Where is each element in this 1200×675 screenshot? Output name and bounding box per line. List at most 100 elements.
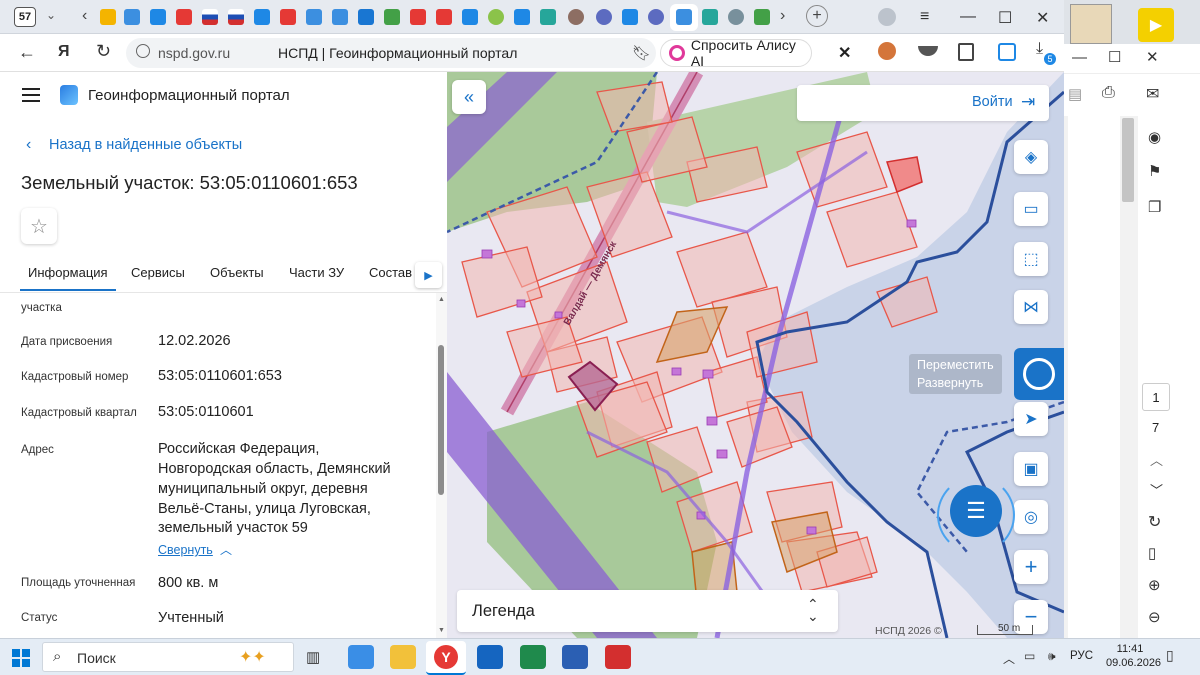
login-icon[interactable]: ⇥: [1021, 92, 1035, 112]
collapse-link[interactable]: Свернуть: [158, 543, 213, 557]
chat-button[interactable]: ☰: [950, 485, 1002, 537]
extension-icon[interactable]: [878, 42, 896, 60]
maximize-button[interactable]: ☐: [1108, 48, 1121, 66]
tab-favicon[interactable]: [332, 9, 348, 25]
tab-favicon[interactable]: [280, 9, 296, 25]
menu-icon[interactable]: ≡: [920, 8, 929, 26]
tab-favicon[interactable]: [514, 9, 530, 25]
site-info-icon[interactable]: [136, 44, 150, 58]
pdf-reader-icon[interactable]: [605, 645, 631, 669]
scroll-down-icon[interactable]: ▼: [438, 627, 445, 634]
tab-favicon[interactable]: [150, 9, 166, 25]
tab-favicon[interactable]: [728, 9, 744, 25]
rotate-icon[interactable]: ↻: [1148, 512, 1161, 532]
flag-icon[interactable]: [202, 9, 218, 25]
minimap-icon[interactable]: ▣: [1014, 452, 1048, 486]
yandex-browser-taskbar[interactable]: Y: [426, 641, 466, 675]
chevron-left-icon[interactable]: ‹: [26, 136, 31, 154]
language-indicator[interactable]: РУС: [1070, 650, 1093, 662]
tab-favicon[interactable]: [384, 9, 400, 25]
chevron-up-icon[interactable]: ︿: [1150, 450, 1163, 469]
network-icon[interactable]: ▭: [1024, 649, 1035, 663]
tab-favicon[interactable]: [306, 9, 322, 25]
tab-favicon[interactable]: [540, 9, 556, 25]
download-icon[interactable]: ⤓: [1036, 40, 1043, 58]
extension-icon[interactable]: ✕: [838, 43, 851, 63]
close-button[interactable]: ✕: [1146, 48, 1159, 66]
excel-icon[interactable]: [520, 645, 546, 669]
map-view[interactable]: Валдай — Демянск « Войти ⇥ ◈ ▭ ⬚ ⋈ Перем…: [447, 72, 1064, 638]
tab-count-badge[interactable]: 57: [14, 7, 36, 27]
alice-button[interactable]: Спросить Алису AI: [660, 37, 812, 69]
ruler-icon[interactable]: ▭: [1014, 192, 1048, 226]
tab-favicon[interactable]: [596, 9, 612, 25]
tab-favicon[interactable]: [358, 9, 374, 25]
select-area-icon[interactable]: ⬚: [1014, 242, 1048, 276]
login-label[interactable]: Войти: [972, 94, 1013, 110]
folder-icon[interactable]: [390, 645, 416, 669]
tab-favicon[interactable]: [702, 9, 718, 25]
tab-composition[interactable]: Состав: [369, 265, 412, 280]
active-tab[interactable]: [670, 4, 698, 31]
close-button[interactable]: ✕: [1036, 8, 1049, 28]
chevron-left-icon[interactable]: ‹: [82, 7, 87, 25]
task-view-icon[interactable]: ▥: [306, 648, 320, 666]
tabs-scroll-right-button[interactable]: ▶: [415, 262, 442, 288]
tab-services[interactable]: Сервисы: [131, 265, 185, 280]
clock[interactable]: 11:41 09.06.2026: [1106, 643, 1161, 669]
login-box[interactable]: Войти ⇥: [797, 85, 1049, 121]
locate-icon[interactable]: ◎: [1014, 500, 1048, 534]
zoom-in-button[interactable]: +: [1014, 550, 1048, 584]
bookmark-icon[interactable]: 🔖︎: [632, 44, 651, 62]
yandex-icon[interactable]: Я: [58, 43, 70, 61]
tray-arrow-icon[interactable]: ︿: [1003, 650, 1015, 667]
back-arrow-icon[interactable]: ←: [18, 42, 36, 63]
tab-favicon[interactable]: [622, 9, 638, 25]
scroll-up-icon[interactable]: ▲: [438, 296, 445, 303]
tab-information[interactable]: Информация: [28, 265, 108, 280]
pdf-scrollbar[interactable]: [1122, 118, 1134, 202]
chevron-up-icon[interactable]: ︿: [220, 541, 232, 558]
save-icon[interactable]: ▤: [1068, 85, 1082, 103]
desktop-avatar-icon[interactable]: [1070, 4, 1112, 44]
favorite-star-icon[interactable]: ☆: [21, 208, 57, 244]
page-number-input[interactable]: 1: [1142, 383, 1170, 411]
notification-icon[interactable]: ▯: [1166, 647, 1174, 664]
layers-icon[interactable]: ◈: [1014, 140, 1048, 174]
tab-favicon[interactable]: [568, 9, 584, 25]
new-tab-button[interactable]: +: [806, 5, 828, 27]
tab-favicon[interactable]: [754, 9, 770, 25]
comment-icon[interactable]: ◉: [1148, 128, 1161, 146]
expand-toggle-icon[interactable]: ⌃ ⌄: [807, 597, 819, 623]
bookmark-icon[interactable]: ⚑: [1148, 162, 1161, 180]
minimize-button[interactable]: —: [1072, 49, 1087, 66]
url-box[interactable]: nspd.gov.ru НСПД | Геоинформационный пор…: [126, 38, 656, 68]
player-app-icon[interactable]: ▶: [1138, 8, 1174, 42]
url-text[interactable]: nspd.gov.ru: [158, 45, 230, 61]
zoom-in-icon[interactable]: ⊕: [1148, 576, 1161, 594]
share-icon[interactable]: ⋈: [1014, 290, 1048, 324]
windows-start-icon[interactable]: [12, 649, 30, 667]
search-input[interactable]: Поиск: [77, 650, 116, 666]
legend-bar[interactable]: Легенда ⌃ ⌄: [457, 590, 838, 632]
panel-scrollbar[interactable]: ▲ ▼: [436, 293, 447, 638]
volume-icon[interactable]: 🕪︎: [1048, 649, 1056, 664]
tab-favicon[interactable]: [462, 9, 478, 25]
reload-icon[interactable]: ↻: [96, 41, 111, 62]
print-icon[interactable]: ⎙: [1102, 84, 1115, 102]
profile-icon[interactable]: [878, 8, 896, 26]
tab-favicon[interactable]: [124, 9, 140, 25]
tab-favicon[interactable]: [176, 9, 192, 25]
extension-icon[interactable]: [998, 43, 1016, 61]
taskbar-search[interactable]: ⌕ Поиск ✦✦: [42, 642, 294, 672]
tab-parts[interactable]: Части ЗУ: [289, 265, 344, 280]
extension-icon[interactable]: [918, 46, 938, 56]
mail-icon[interactable]: ✉: [1146, 84, 1159, 104]
tab-favicon[interactable]: [254, 9, 270, 25]
word-icon[interactable]: [562, 645, 588, 669]
copy-icon[interactable]: ❐: [1148, 198, 1161, 216]
scrollbar-thumb[interactable]: [438, 345, 444, 495]
hamburger-menu-icon[interactable]: [22, 88, 40, 102]
chevron-right-icon[interactable]: ›: [780, 7, 785, 25]
flag-icon[interactable]: [228, 9, 244, 25]
